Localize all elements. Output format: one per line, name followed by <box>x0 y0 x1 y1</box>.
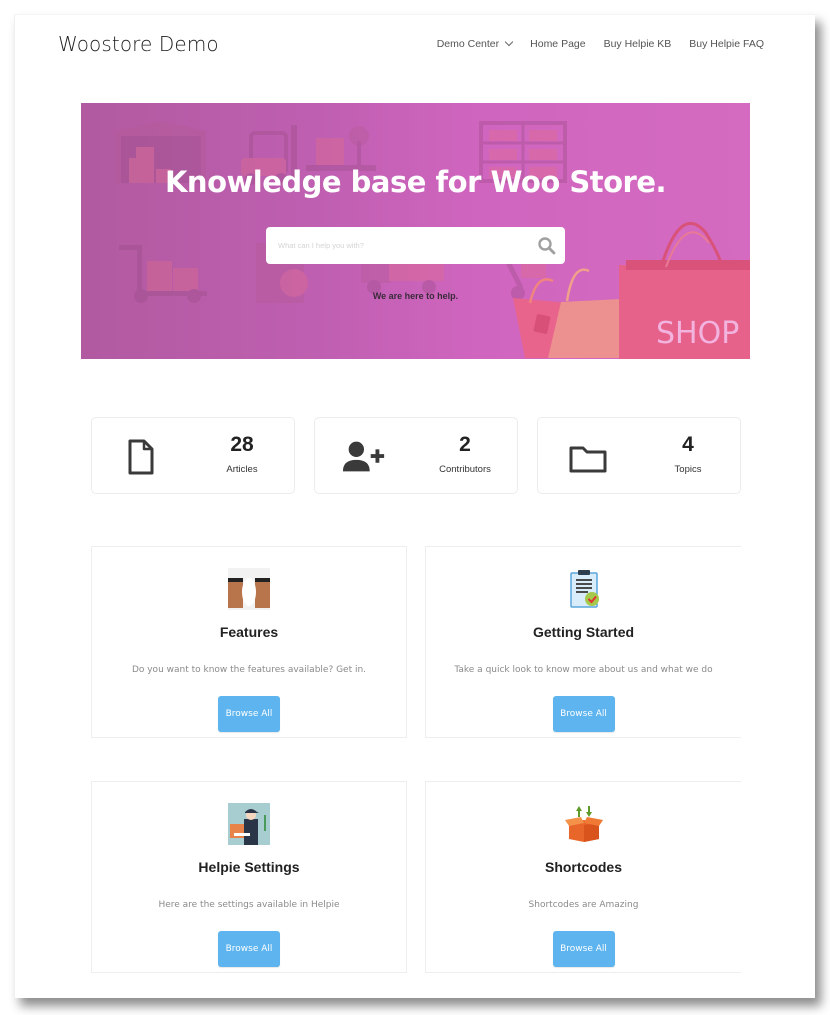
browse-all-button[interactable]: Browse All <box>218 696 280 732</box>
stat-label: Topics <box>674 464 702 475</box>
nav-item-label: Demo Center <box>436 38 500 50</box>
category-title[interactable]: Getting Started <box>426 624 741 640</box>
stat-value: 2 <box>459 433 471 456</box>
category-description: Take a quick look to know more about us … <box>454 665 713 675</box>
search-icon[interactable] <box>537 236 557 256</box>
category-card-getting-started: Getting Started Take a quick look to kno… <box>425 546 741 738</box>
document-icon <box>128 439 154 475</box>
hero-title: Knowledge base for Woo Store. <box>164 165 667 199</box>
category-title[interactable]: Shortcodes <box>426 859 741 875</box>
stat-value: 4 <box>682 433 694 456</box>
nav-item-buy-helpie-kb[interactable]: Buy Helpie KB <box>604 38 672 50</box>
hero-subtitle: We are here to help. <box>372 291 459 301</box>
nav-item-label: Buy Helpie KB <box>603 38 672 50</box>
stat-card-contributors: 2 Contributors <box>314 417 518 494</box>
hero-banner: SHOP Knowledge base for Woo Store. We ar… <box>81 103 750 359</box>
chevron-down-icon <box>504 37 514 47</box>
folder-icon <box>569 446 607 473</box>
nav-item-label: Buy Helpie FAQ <box>689 38 764 50</box>
nav-item-home-page[interactable]: Home Page <box>530 38 585 50</box>
stat-label: Articles <box>226 464 258 475</box>
shop-banner-text: SHOP <box>656 316 739 351</box>
open-box-arrows-image <box>564 806 603 842</box>
category-title[interactable]: Helpie Settings <box>92 859 406 875</box>
category-card-helpie-settings: Helpie Settings Here are the settings av… <box>91 781 407 973</box>
site-title[interactable]: Woostore Demo <box>58 32 219 56</box>
category-card-features: Features Do you want to know the feature… <box>91 546 407 738</box>
add-user-icon <box>342 441 385 472</box>
boxes-light-image <box>228 568 270 610</box>
category-description: Do you want to know the features availab… <box>131 665 367 675</box>
nav-item-demo-center[interactable]: Demo Center <box>436 37 514 50</box>
stat-card-topics: 4 Topics <box>537 417 741 494</box>
category-description: Shortcodes are Amazing <box>528 900 639 910</box>
browse-all-button[interactable]: Browse All <box>552 931 615 967</box>
stat-card-articles: 28 Articles <box>91 417 295 494</box>
main-nav: Demo Center Home Page Buy Helpie KB Buy … <box>436 37 764 50</box>
stat-value: 28 <box>230 433 254 456</box>
search-box <box>266 227 565 264</box>
clipboard-check-image <box>569 570 599 608</box>
browse-all-button[interactable]: Browse All <box>552 696 615 732</box>
category-description: Here are the settings available in Helpi… <box>158 900 340 910</box>
browse-all-button[interactable]: Browse All <box>218 931 280 967</box>
nav-item-buy-helpie-faq[interactable]: Buy Helpie FAQ <box>689 38 764 50</box>
category-card-shortcodes: Shortcodes Shortcodes are Amazing Browse… <box>425 781 741 973</box>
delivery-person-image <box>228 803 270 845</box>
nav-item-label: Home Page <box>530 38 586 50</box>
search-input[interactable] <box>266 227 537 264</box>
category-title[interactable]: Features <box>92 624 406 640</box>
stat-label: Contributors <box>439 464 491 475</box>
browser-page: Woostore Demo Demo Center Home Page Buy … <box>14 14 815 998</box>
